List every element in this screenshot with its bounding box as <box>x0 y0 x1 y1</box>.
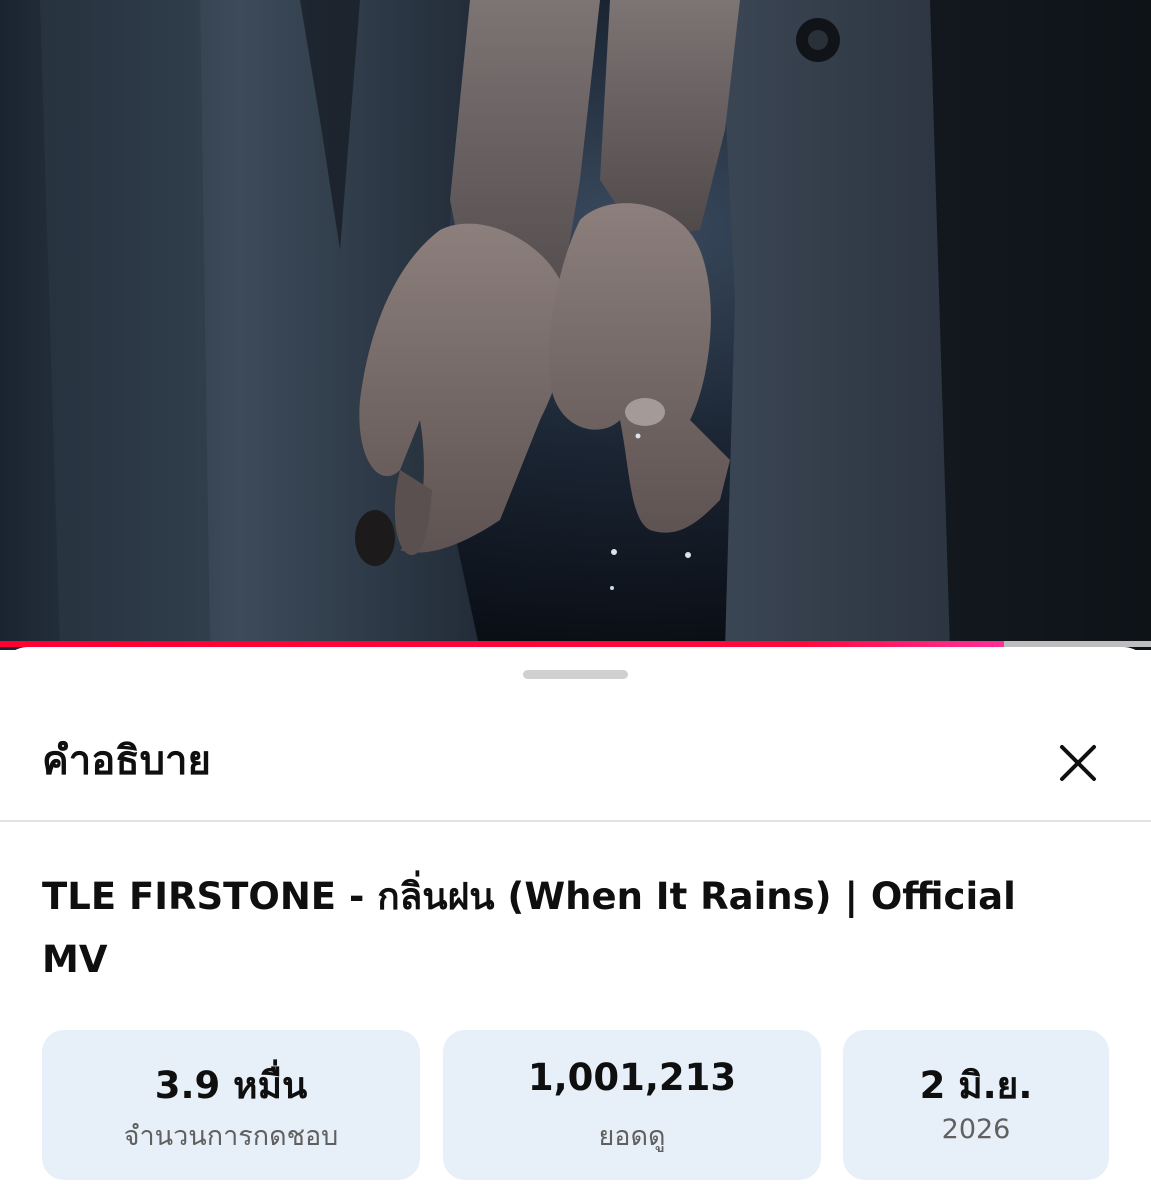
drag-handle[interactable] <box>523 670 628 679</box>
close-icon <box>1060 745 1096 781</box>
likes-count: 3.9 หมื่น <box>154 1064 308 1107</box>
date-card: 2 มิ.ย. 2026 <box>843 1030 1109 1180</box>
divider <box>0 820 1151 822</box>
likes-label: จำนวนการกดชอบ <box>123 1121 339 1152</box>
likes-card: 3.9 หมื่น จำนวนการกดชอบ <box>42 1030 420 1180</box>
video-player[interactable] <box>0 0 1151 650</box>
views-label: ยอดดู <box>598 1121 666 1152</box>
views-count: 1,001,213 <box>527 1056 737 1099</box>
sheet-title: คำอธิบาย <box>42 738 211 784</box>
views-card: 1,001,213 ยอดดู <box>443 1030 821 1180</box>
video-frame <box>0 0 1151 650</box>
upload-date: 2 มิ.ย. <box>919 1064 1033 1107</box>
close-button[interactable] <box>1046 731 1110 795</box>
description-sheet: คำอธิบาย TLE FIRSTONE - กลิ่นฝน (When It… <box>0 647 1151 1200</box>
upload-year: 2026 <box>941 1114 1011 1145</box>
video-title: TLE FIRSTONE - กลิ่นฝน (When It Rains) |… <box>42 875 1016 981</box>
